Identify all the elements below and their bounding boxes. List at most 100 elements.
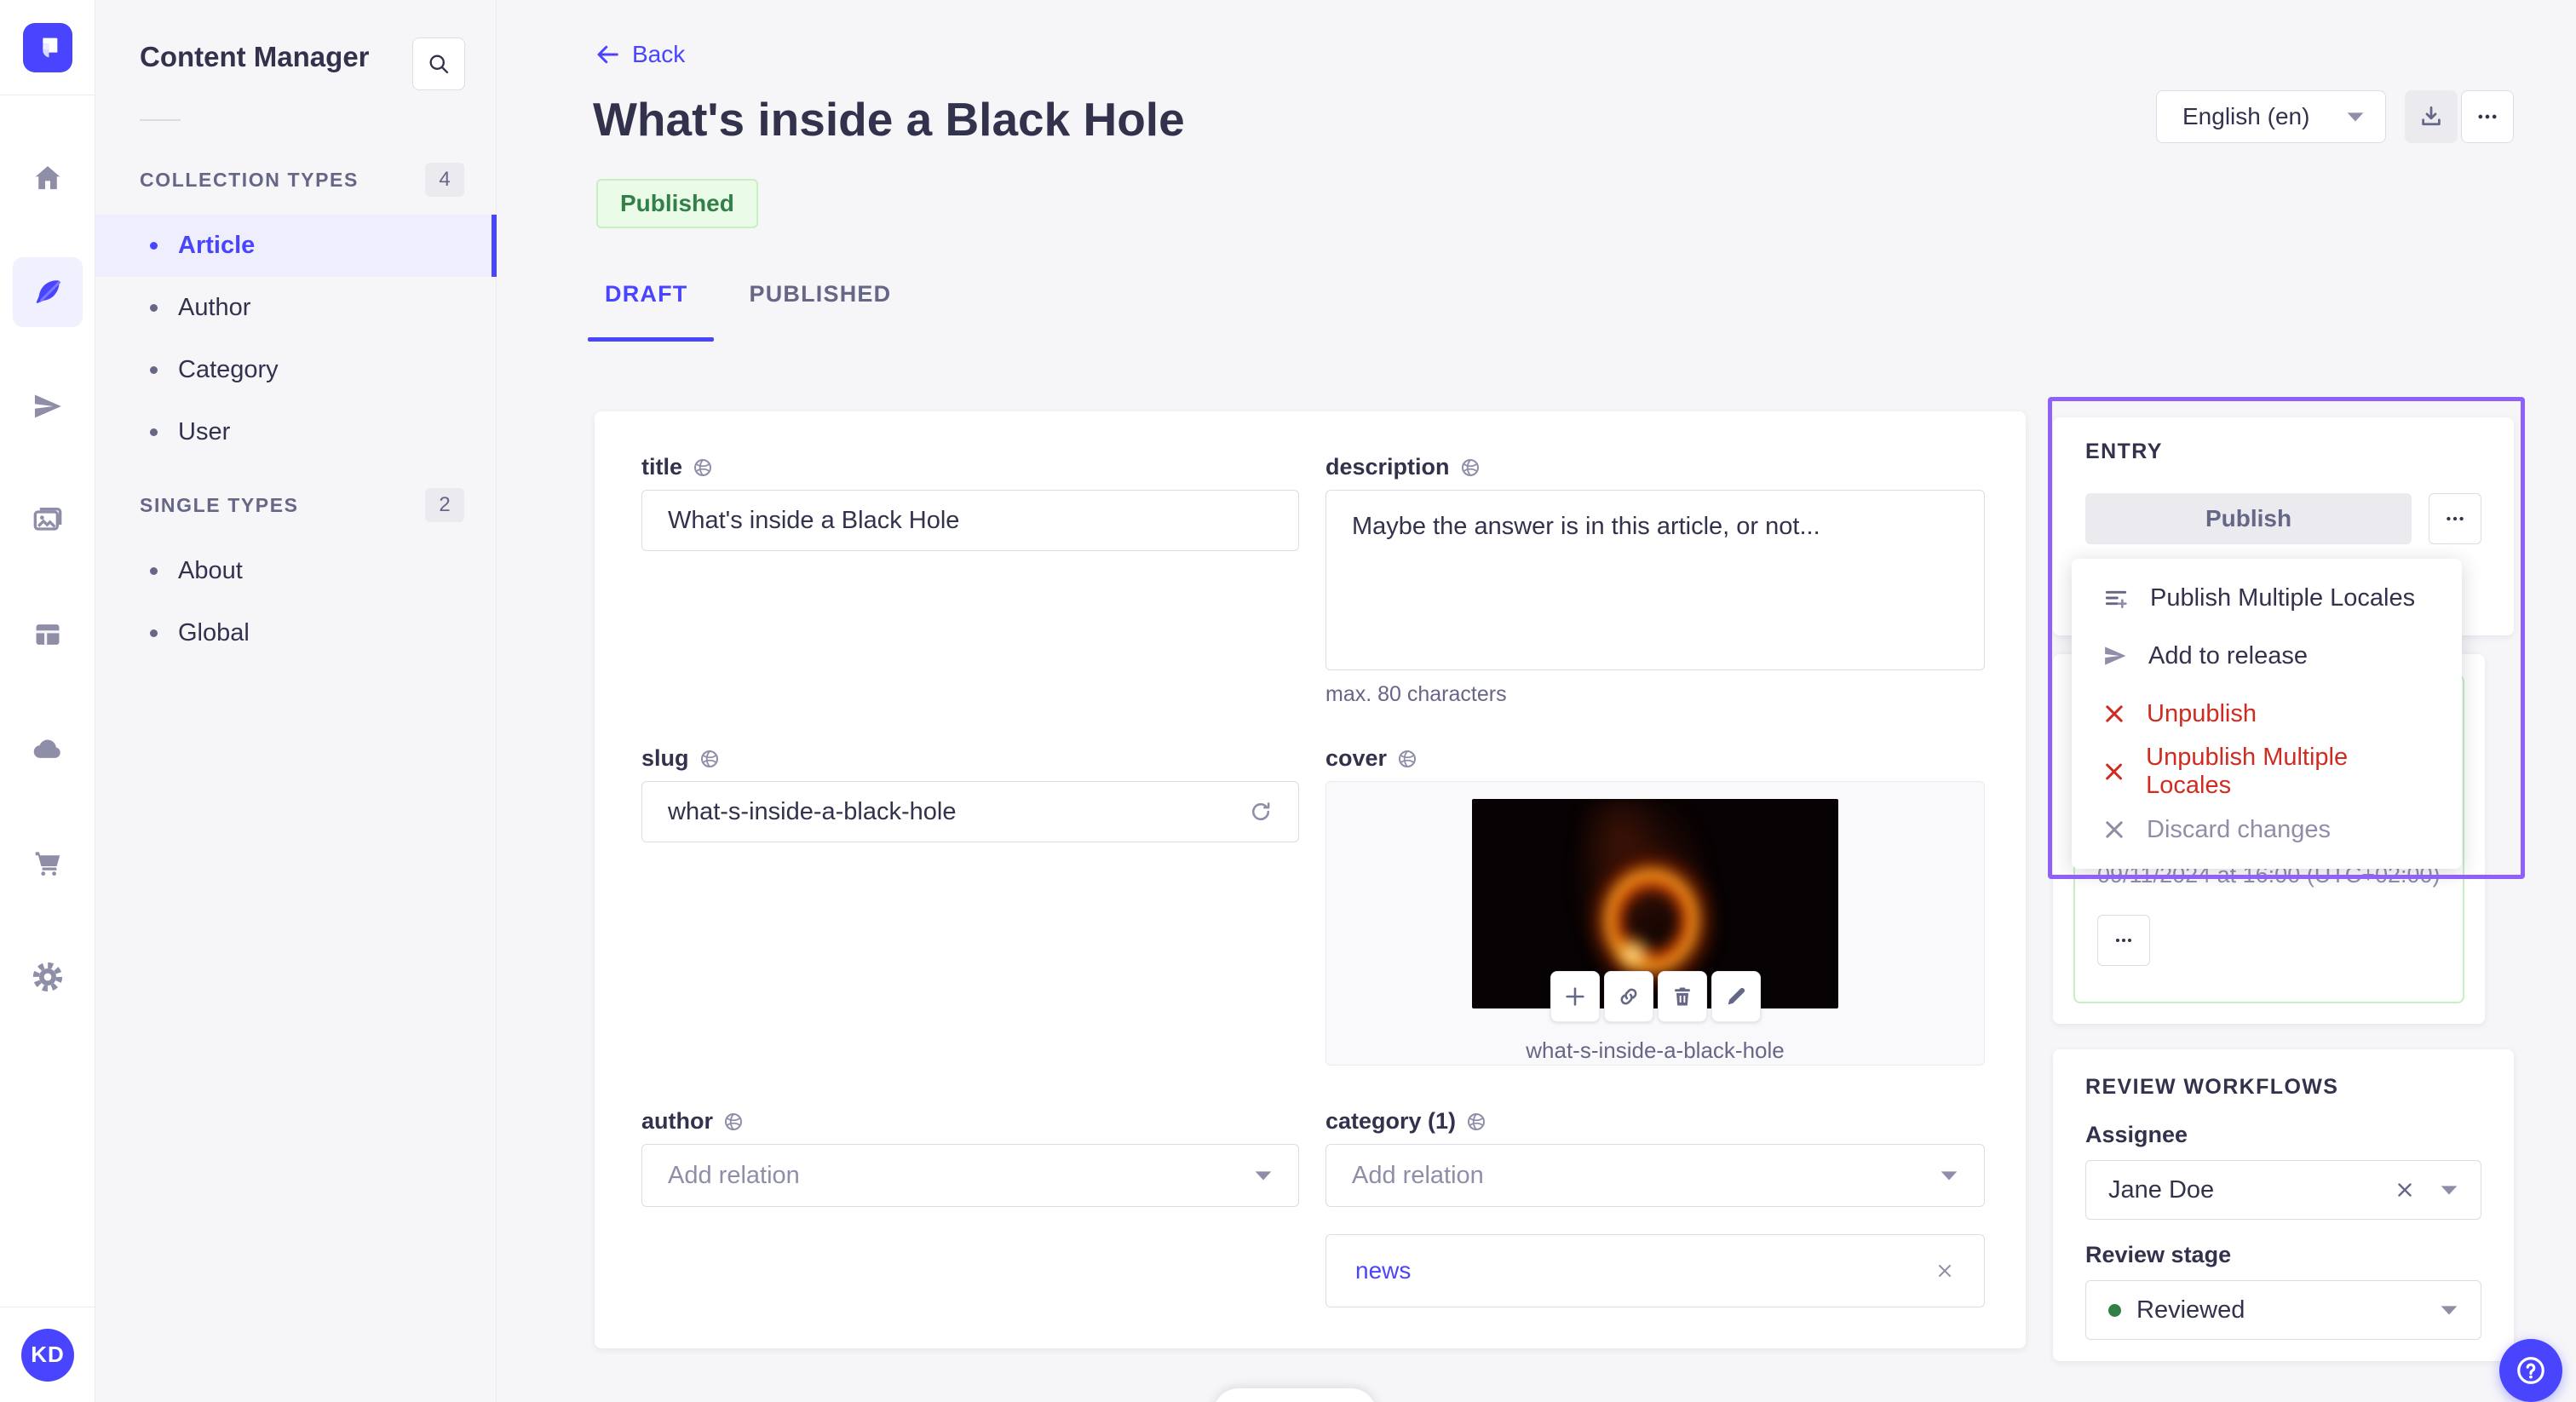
releases-plane-icon[interactable]: [13, 371, 83, 441]
collection-types-count: 4: [425, 163, 464, 197]
sidebar-item-article[interactable]: Article: [95, 215, 497, 277]
release-more-button[interactable]: [2097, 915, 2150, 966]
bullet-icon: [150, 629, 158, 637]
chevron-down-icon: [1941, 1171, 1958, 1181]
locale-value: English (en): [2182, 103, 2310, 129]
sidebar-item-label: Article: [178, 232, 256, 259]
title-input[interactable]: What's inside a Black Hole: [641, 490, 1299, 551]
bottom-floating-pill[interactable]: [1213, 1388, 1377, 1402]
cross-icon: [2106, 705, 2123, 722]
sidebar-item-label: Global: [178, 619, 250, 646]
sidebar-item-label: Category: [178, 356, 279, 383]
sidebar-item-user[interactable]: User: [95, 401, 497, 463]
sidebar-item-author[interactable]: Author: [95, 277, 497, 339]
menu-item-label: Add to release: [2148, 641, 2309, 669]
app-root: KD Content Manager COLLECTION TYPES 4 Ar…: [0, 0, 2576, 1402]
search-button[interactable]: [412, 37, 465, 90]
sidebar-item-category[interactable]: Category: [95, 339, 497, 401]
publish-button[interactable]: Publish: [2085, 493, 2412, 544]
description-textarea[interactable]: Maybe the answer is in this article, or …: [1325, 490, 1985, 670]
chevron-down-icon: [2441, 1186, 2458, 1195]
back-label: Back: [632, 41, 686, 67]
author-placeholder: Add relation: [668, 1161, 800, 1189]
list-plus-icon: [2105, 590, 2127, 608]
relation-link-news[interactable]: news: [1355, 1257, 1411, 1284]
menu-item-add-to-release[interactable]: Add to release: [2072, 627, 2462, 685]
sidebar-item-global[interactable]: Global: [95, 602, 497, 664]
regenerate-icon[interactable]: [1249, 800, 1273, 824]
category-relation-item: news: [1325, 1234, 1985, 1307]
more-options-button[interactable]: [2461, 90, 2514, 143]
cover-filename: what-s-inside-a-black-hole: [1526, 1037, 1785, 1063]
download-button[interactable]: [2405, 90, 2458, 143]
slug-field-label: slug: [641, 745, 720, 772]
chevron-down-icon: [2441, 1306, 2458, 1315]
question-mark-icon: [2517, 1357, 2544, 1384]
field-label-text: slug: [641, 745, 689, 771]
menu-item-label: Unpublish: [2147, 699, 2257, 727]
entry-more-button[interactable]: [2429, 493, 2481, 544]
globe-icon: [1399, 750, 1417, 767]
user-avatar[interactable]: KD: [21, 1328, 74, 1382]
tab-draft[interactable]: DRAFT: [605, 281, 687, 307]
chevron-down-icon: [1255, 1171, 1272, 1181]
home-icon[interactable]: [13, 143, 83, 213]
category-relation-select[interactable]: Add relation: [1325, 1144, 1985, 1207]
menu-item-discard-changes[interactable]: Discard changes: [2072, 801, 2462, 859]
single-types-heading: SINGLE TYPES: [140, 493, 299, 516]
page-title: What's inside a Black Hole: [593, 93, 1185, 146]
bullet-icon: [150, 428, 158, 436]
ellipsis-icon: [2447, 516, 2464, 521]
sidebar-item-label: About: [178, 557, 243, 584]
locale-select[interactable]: English (en): [2156, 90, 2386, 143]
status-badge: Published: [596, 179, 758, 228]
rail-bottom: KD: [0, 1307, 95, 1402]
menu-item-label: Discard changes: [2147, 815, 2331, 843]
cover-media-card: what-s-inside-a-black-hole: [1325, 781, 1985, 1066]
menu-item-publish-multiple-locales[interactable]: Publish Multiple Locales: [2072, 569, 2462, 627]
remove-relation-icon[interactable]: [1935, 1261, 1955, 1281]
review-stage-label: Review stage: [2085, 1242, 2232, 1267]
cloud-icon[interactable]: [13, 714, 83, 784]
cover-field-label: cover: [1325, 745, 1417, 772]
menu-item-unpublish-multiple-locales[interactable]: Unpublish Multiple Locales: [2072, 743, 2462, 801]
globe-icon: [1468, 1112, 1486, 1130]
entry-actions-menu: Publish Multiple Locales Add to release …: [2072, 559, 2462, 869]
author-relation-select[interactable]: Add relation: [641, 1144, 1299, 1207]
menu-item-unpublish[interactable]: Unpublish: [2072, 685, 2462, 743]
sidebar-item-about[interactable]: About: [95, 540, 497, 602]
globe-icon: [700, 750, 718, 767]
sidebar-item-label: User: [178, 418, 231, 445]
content-builder-icon[interactable]: [13, 600, 83, 669]
review-workflows-panel: REVIEW WORKFLOWS Assignee Jane Doe Revie…: [2053, 1049, 2514, 1361]
edit-media-button[interactable]: [1711, 971, 1761, 1022]
single-types-count: 2: [425, 488, 464, 522]
clear-icon[interactable]: [2394, 1179, 2416, 1201]
media-library-icon[interactable]: [13, 486, 83, 555]
description-field-label: description: [1325, 454, 1481, 480]
slug-input[interactable]: what-s-inside-a-black-hole: [641, 781, 1299, 842]
delete-media-button[interactable]: [1657, 971, 1707, 1022]
sidebar-divider: [140, 119, 181, 121]
bullet-icon: [150, 304, 158, 312]
tab-published[interactable]: PUBLISHED: [749, 281, 891, 307]
review-workflows-heading: REVIEW WORKFLOWS: [2085, 1075, 2339, 1099]
assignee-select[interactable]: Jane Doe: [2085, 1160, 2481, 1220]
add-media-button[interactable]: [1550, 971, 1600, 1022]
help-button[interactable]: [2499, 1339, 2562, 1402]
copy-link-button[interactable]: [1603, 971, 1653, 1022]
pencil-icon: [1728, 987, 1745, 1005]
strapi-logo[interactable]: [22, 22, 72, 72]
link-icon: [1620, 988, 1636, 1005]
title-field-label: title: [641, 454, 713, 480]
back-button[interactable]: Back: [595, 41, 685, 68]
trash-icon: [1674, 987, 1690, 1006]
review-stage-select[interactable]: Reviewed: [2085, 1280, 2481, 1340]
content-manager-feather-icon[interactable]: [13, 257, 83, 327]
field-label-text: category (1): [1325, 1108, 1457, 1134]
marketplace-cart-icon[interactable]: [13, 828, 83, 898]
assignee-label: Assignee: [2085, 1122, 2188, 1147]
bullet-icon: [150, 567, 158, 575]
settings-gear-icon[interactable]: [13, 942, 83, 1012]
cross-icon: [2106, 763, 2122, 780]
